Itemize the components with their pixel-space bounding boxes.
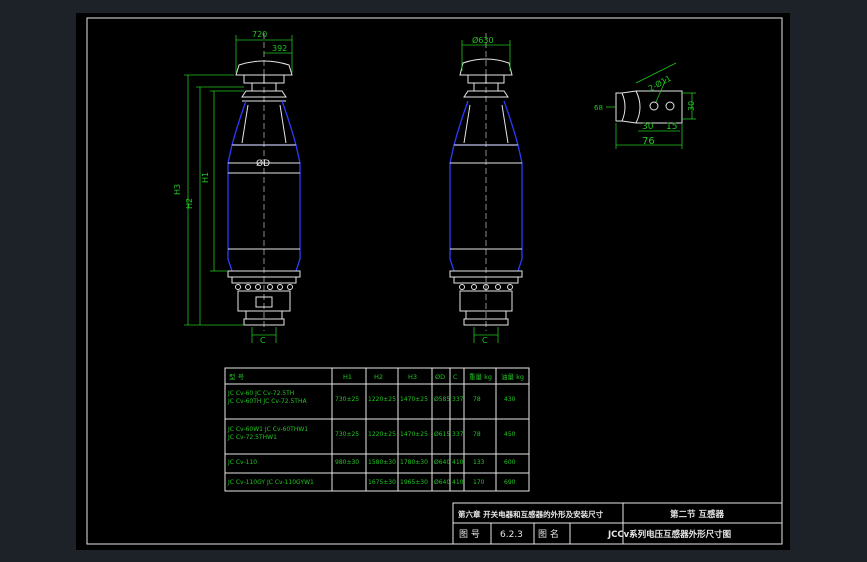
svg-text:15: 15 <box>666 122 677 132</box>
svg-text:68: 68 <box>594 104 603 112</box>
table-cell-h2: 1220±25 <box>368 396 396 403</box>
table-cell-oil: 600 <box>504 459 516 466</box>
table-cell-h2: 1580±30 <box>368 459 396 466</box>
svg-text:H3: H3 <box>173 184 182 195</box>
table-cell-h2: 1220±25 <box>368 431 396 438</box>
table-cell-oil: 450 <box>504 431 516 438</box>
table-header-cell: 重量 kg <box>469 373 492 381</box>
front-view: ØD 720 392 H3 H2 H1 C <box>173 30 301 345</box>
svg-text:C: C <box>260 336 266 345</box>
table-cell-w: 78 <box>473 431 481 438</box>
table-cell-d: Ø640 <box>434 479 450 486</box>
table-header-cell: H2 <box>374 373 383 381</box>
dimension-table: 型 号 H1 H2 H3 ØD C 重量 kg 油量 kg JC Cv-60 JC Cv-72.… <box>224 367 530 492</box>
svg-text:H2: H2 <box>185 198 194 209</box>
table-cell-h3: 1470±25 <box>400 396 428 403</box>
table-model-cell: JC Cv-110 <box>227 459 257 466</box>
table-cell-d: Ø615 <box>434 431 450 438</box>
section-title: 第二节 互感器 <box>670 509 724 520</box>
svg-text:76: 76 <box>642 136 655 147</box>
svg-text:H1: H1 <box>201 172 210 183</box>
table-cell-w: 170 <box>473 479 485 486</box>
drawing-sheet: ØD 720 392 H3 H2 H1 C Ø630 C 2-Ø11 68 30… <box>76 13 790 550</box>
table-header-cell: ØD <box>435 373 445 381</box>
fig-name-label: 图 名 <box>538 528 559 540</box>
table-cell-c: 337 <box>452 431 464 438</box>
svg-text:720: 720 <box>252 30 267 39</box>
svg-text:Ø630: Ø630 <box>472 35 494 45</box>
table-cell-h2: 1675±30 <box>368 479 396 486</box>
title-block: 第六章 开关电器和互感器的外形及安装尺寸 第二节 互感器 图 号 6.2.3 图… <box>452 502 783 545</box>
terminal-detail: 2-Ø11 68 30 30 15 76 <box>594 62 696 149</box>
svg-text:30: 30 <box>642 122 654 132</box>
table-header-cell: H3 <box>408 373 417 381</box>
table-model-cell: JC Cv-60W1 JC Cv-60THW1 <box>227 426 308 433</box>
svg-text:C: C <box>482 336 488 345</box>
chapter-title: 第六章 开关电器和互感器的外形及安装尺寸 <box>458 509 604 519</box>
svg-text:ØD: ØD <box>256 158 270 169</box>
table-header-cell: H1 <box>343 373 352 381</box>
table-cell-h3: 1780±30 <box>400 459 428 466</box>
table-cell-c: 410 <box>452 479 464 486</box>
table-cell-w: 133 <box>473 459 485 466</box>
side-view: Ø630 C <box>449 33 523 345</box>
svg-text:392: 392 <box>272 44 287 53</box>
table-model-cell: JC Cv-60TH JC Cv-72.5THA <box>227 398 307 405</box>
drawing-canvas: ØD 720 392 H3 H2 H1 C Ø630 C 2-Ø11 68 30… <box>86 17 783 545</box>
table-cell-oil: 430 <box>504 396 516 403</box>
fig-name: JCCv系列电压互感器外形尺寸图 <box>607 529 731 540</box>
table-cell-oil: 690 <box>504 479 516 486</box>
table-header-cell: 型 号 <box>229 372 245 381</box>
table-cell-h1: 730±25 <box>335 431 359 438</box>
table-cell-h3: 1470±25 <box>400 431 428 438</box>
table-model-cell: JC Cv-72.5THW1 <box>227 434 277 441</box>
table-cell-h1: 980±30 <box>335 459 359 466</box>
table-model-cell: JC Cv-110GY JC Cv-110GYW1 <box>227 479 314 486</box>
table-header-cell: 油量 kg <box>501 372 524 381</box>
svg-text:30: 30 <box>687 101 696 111</box>
fig-no: 6.2.3 <box>500 530 523 540</box>
table-cell-d: Ø585 <box>434 396 450 403</box>
table-cell-h3: 1965±30 <box>400 479 428 486</box>
table-cell-c: 410 <box>452 459 464 466</box>
table-cell-d: Ø640 <box>434 459 450 466</box>
table-header-cell: C <box>453 373 458 381</box>
table-model-cell: JC Cv-60 JC Cv-72.5TH <box>227 390 294 397</box>
table-cell-w: 78 <box>473 396 481 403</box>
table-cell-h1: 730±25 <box>335 396 359 403</box>
table-cell-c: 337 <box>452 396 464 403</box>
fig-no-label: 图 号 <box>459 529 480 540</box>
